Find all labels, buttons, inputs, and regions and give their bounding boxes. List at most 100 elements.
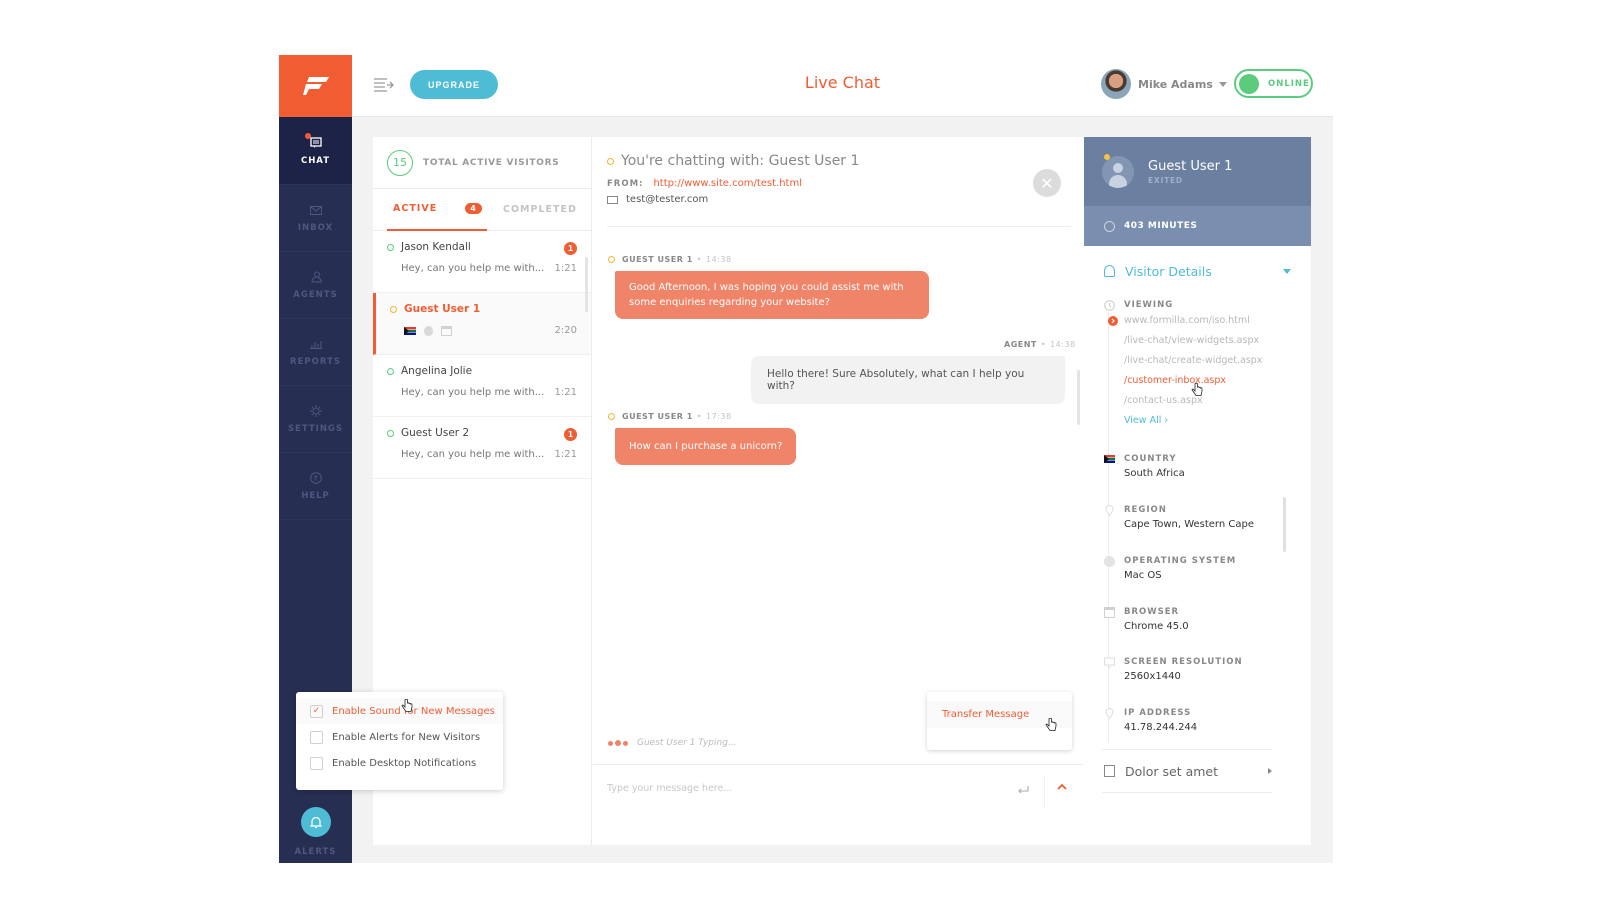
- from-label: FROM:: [607, 178, 644, 189]
- user-menu[interactable]: Mike Adams: [1101, 69, 1227, 99]
- sidebar-item-label: REPORTS: [290, 357, 341, 367]
- tab-active[interactable]: ACTIVE 4: [387, 189, 487, 231]
- visitor-details-panel: Guest User 1 EXITED 403 MINUTES Visitor …: [1084, 137, 1311, 845]
- checkbox-checked[interactable]: ✓: [310, 704, 323, 718]
- browser-detail: BROWSER Chrome 45.0: [1104, 607, 1294, 632]
- message-meta: AGENT • 14:38: [1004, 340, 1076, 349]
- conversation-item[interactable]: Guest User 2 1 Hey, can you help me with…: [373, 417, 591, 479]
- location-pin-icon: [1105, 505, 1114, 516]
- agent-message-bubble: Hello there! Sure Absolutely, what can I…: [751, 356, 1065, 404]
- typing-dot: [608, 740, 613, 746]
- message-input[interactable]: [607, 783, 997, 794]
- location-pin-icon: [1105, 708, 1114, 719]
- source-url-link[interactable]: http://www.site.com/test.html: [653, 178, 802, 189]
- chat-window: You're chatting with: Guest User 1 FROM:…: [593, 137, 1083, 845]
- option-label: Enable Alerts for New Visitors: [332, 731, 481, 743]
- enter-icon[interactable]: [1017, 785, 1029, 795]
- dolor-section-toggle[interactable]: Dolor set amet: [1102, 749, 1272, 793]
- session-duration: 403 MINUTES: [1084, 206, 1311, 246]
- message-composer: [593, 764, 1083, 845]
- sidebar-item-chat[interactable]: CHAT: [279, 117, 352, 185]
- section-title: Dolor set amet: [1125, 763, 1219, 779]
- chat-header: You're chatting with: Guest User 1 FROM:…: [607, 153, 1071, 227]
- message-time: 17:38: [705, 412, 732, 421]
- option-label: Enable Sound for New Messages: [332, 705, 495, 717]
- typing-dot: [615, 740, 621, 746]
- checkbox[interactable]: [310, 756, 323, 770]
- typing-indicator: Guest User 1 Typing...: [608, 738, 737, 748]
- alerts-label: ALERTS: [294, 847, 337, 857]
- message-time: 14:38: [1050, 340, 1076, 349]
- south-africa-flag-icon: [404, 326, 416, 335]
- sidebar-item-help[interactable]: ? HELP: [279, 453, 352, 520]
- duration-value: 403 MINUTES: [1124, 221, 1198, 231]
- document-icon: [1104, 765, 1115, 777]
- details-scrollbar[interactable]: [1283, 497, 1286, 552]
- chat-scrollbar[interactable]: [1077, 370, 1080, 425]
- conversation-time: 1:21: [554, 263, 577, 274]
- tab-completed[interactable]: COMPLETED: [503, 189, 577, 231]
- away-status-icon: [607, 157, 614, 165]
- sound-alert-option[interactable]: ✓ Enable Sound for New Messages: [296, 698, 503, 724]
- visitor-name: Angelina Jolie: [401, 365, 473, 377]
- message-meta: GUEST USER 1 • 14:38: [608, 255, 732, 264]
- sidebar-item-inbox[interactable]: INBOX: [279, 185, 352, 252]
- composer-divider: [1044, 777, 1045, 807]
- hand-cursor-icon: [1191, 383, 1203, 396]
- guest-avatar-icon: [1102, 155, 1134, 188]
- list-scrollbar[interactable]: [585, 257, 588, 312]
- alerts-button[interactable]: ALERTS: [279, 793, 352, 863]
- conversation-time: 2:20: [554, 325, 577, 336]
- top-bar: UPGRADE Live Chat Mike Adams ONLINE: [352, 55, 1333, 117]
- sidebar-item-agents[interactable]: AGENTS: [279, 252, 352, 319]
- visitor-count-label: TOTAL ACTIVE VISITORS: [423, 157, 560, 168]
- viewing-section: VIEWING www.formilla.com/iso.html /live-…: [1104, 300, 1294, 426]
- section-title: Visitor Details: [1125, 263, 1212, 279]
- chat-title: You're chatting with: Guest User 1: [621, 153, 860, 169]
- conversation-item[interactable]: Jason Kendall 1 Hey, can you help me wit…: [373, 231, 591, 293]
- detail-label: COUNTRY: [1124, 454, 1177, 464]
- close-chat-button[interactable]: ✕: [1033, 169, 1061, 197]
- avatar: [1101, 69, 1131, 99]
- page-link[interactable]: /live-chat/view-widgets.aspx: [1124, 335, 1276, 346]
- guest-card: Guest User 1 EXITED: [1084, 137, 1311, 206]
- sidebar-item-settings[interactable]: SETTINGS: [279, 386, 352, 453]
- hand-cursor-icon: [401, 699, 413, 712]
- away-status-icon: [608, 256, 615, 263]
- live-chat-app: CHAT INBOX AGENTS REPORTS SETTINGS ? HEL…: [279, 55, 1333, 863]
- visitor-name: Guest User 1: [404, 303, 481, 315]
- visitor-name: Jason Kendall: [401, 241, 471, 253]
- bell-icon: [300, 807, 331, 837]
- conversation-item-selected[interactable]: Guest User 1 2:20: [373, 293, 591, 355]
- checkbox[interactable]: [310, 730, 323, 744]
- conversation-item[interactable]: Angelina Jolie Hey, can you help me with…: [373, 355, 591, 417]
- visitor-details-toggle[interactable]: Visitor Details: [1084, 246, 1311, 296]
- online-status-toggle[interactable]: ONLINE: [1234, 69, 1313, 98]
- chevron-up-icon[interactable]: [1057, 783, 1067, 790]
- region-detail: REGION Cape Town, Western Cape: [1104, 505, 1294, 530]
- status-label: ONLINE: [1268, 78, 1310, 89]
- detail-label: IP ADDRESS: [1124, 708, 1192, 718]
- sidebar-item-reports[interactable]: REPORTS: [279, 319, 352, 386]
- message-preview: Hey, can you help me with...: [401, 449, 545, 460]
- visitor-email: test@tester.com: [626, 194, 709, 205]
- page-link[interactable]: /live-chat/create-widget.aspx: [1124, 355, 1276, 366]
- page-link[interactable]: www.formilla.com/iso.html: [1108, 315, 1276, 326]
- detail-label: SCREEN RESOLUTION: [1124, 657, 1243, 667]
- formilla-logo-icon: [302, 77, 329, 95]
- svg-text:?: ?: [313, 475, 318, 483]
- visitor-alert-option[interactable]: Enable Alerts for New Visitors: [296, 724, 503, 750]
- detail-value: Chrome 45.0: [1124, 621, 1189, 632]
- desktop-notification-option[interactable]: Enable Desktop Notifications: [296, 750, 503, 776]
- message-sender: GUEST USER 1: [622, 255, 693, 264]
- inbox-icon: [308, 203, 324, 217]
- view-all-link[interactable]: View All ›: [1124, 415, 1294, 426]
- hand-cursor-icon: [1045, 718, 1057, 731]
- sidebar-item-label: CHAT: [300, 155, 331, 166]
- online-status-icon: [387, 243, 394, 251]
- sidebar-item-label: AGENTS: [293, 290, 338, 300]
- guest-name: Guest User 1: [1148, 158, 1233, 174]
- history-icon: [1104, 300, 1115, 311]
- brand-logo[interactable]: [279, 55, 352, 117]
- sidebar-item-label: INBOX: [297, 223, 334, 233]
